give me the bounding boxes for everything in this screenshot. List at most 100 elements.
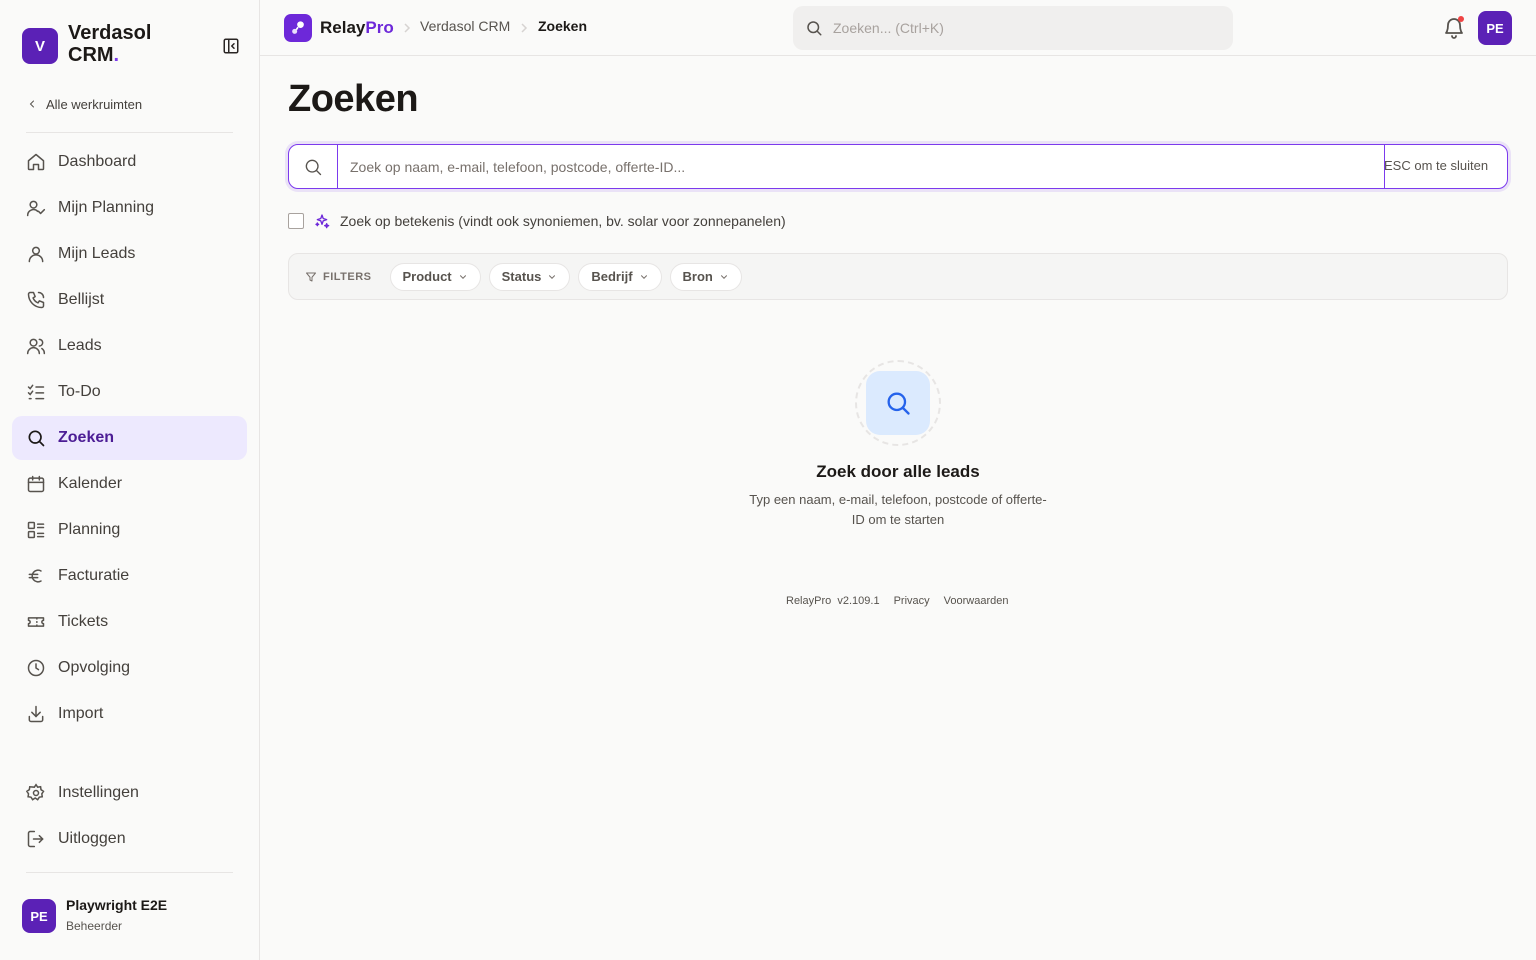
chevron-left-icon (29, 100, 34, 108)
workspace-logo: V (22, 28, 58, 64)
empty-state-title: Zoek door alle leads (816, 462, 980, 481)
sidebar-item-label: Dashboard (58, 153, 137, 170)
sidebar-item-label: Facturatie (58, 567, 130, 584)
avatar: PE (22, 899, 56, 933)
brand-name: RelayPro (320, 18, 394, 37)
download-icon (26, 704, 46, 724)
sidebar-item-label: Kalender (58, 475, 123, 492)
gear-icon (26, 783, 46, 803)
sidebar-item-zoeken[interactable]: Zoeken (12, 416, 247, 460)
sidebar-item-label: Instellingen (58, 784, 139, 801)
semantic-search-label: Zoek op betekenis (vindt ook synoniemen,… (340, 213, 786, 229)
sidebar: V Verdasol CRM. Alle werkruimten Dashboa… (0, 0, 260, 960)
footer: RelayPro v2.109.1 Privacy Voorwaarden (786, 595, 1008, 607)
users-icon (26, 336, 46, 356)
chevron-down-icon (640, 274, 647, 279)
sidebar-item-opvolging[interactable]: Opvolging (12, 646, 247, 690)
esc-hint[interactable]: ESC om te sluiten (1384, 158, 1488, 173)
semantic-search-option: Zoek op betekenis (vindt ook synoniemen,… (288, 212, 786, 230)
user-name: Playwright E2E (66, 897, 168, 913)
user-avatar-button[interactable]: PE (1478, 11, 1512, 45)
breadcrumb-current: Zoeken (538, 18, 588, 34)
page-title: Zoeken (288, 78, 419, 120)
search-box: ESC om te sluiten (288, 144, 1508, 189)
filter-bron[interactable]: Bron (669, 262, 742, 291)
filters-label: FILTERS (305, 271, 372, 283)
workspace-name: Verdasol CRM. (68, 22, 152, 66)
list-layout-icon (26, 520, 46, 540)
collapse-sidebar-button[interactable] (220, 36, 242, 56)
terms-link[interactable]: Voorwaarden (944, 595, 1009, 607)
ticket-icon (26, 612, 46, 632)
sidebar-item-label: Opvolging (58, 659, 131, 676)
search-icon (305, 159, 322, 176)
sidebar-divider (26, 132, 233, 133)
sidebar-item-mijn-leads[interactable]: Mijn Leads (12, 232, 247, 276)
filter-status[interactable]: Status (488, 262, 571, 291)
sidebar-item-to-do[interactable]: To-Do (12, 370, 247, 414)
breadcrumb-workspace[interactable]: Verdasol CRM (420, 18, 510, 34)
sidebar-item-facturatie[interactable]: Facturatie (12, 554, 247, 598)
secondary-nav: Instellingen Uitloggen (12, 771, 247, 863)
brand[interactable]: RelayPro (284, 14, 394, 42)
sidebar-item-dashboard[interactable]: Dashboard (12, 140, 247, 184)
notification-dot (1458, 16, 1464, 22)
sidebar-item-import[interactable]: Import (12, 692, 247, 736)
all-workspaces-link[interactable]: Alle werkruimten (26, 94, 142, 114)
sidebar-item-bellijst[interactable]: Bellijst (12, 278, 247, 322)
home-icon (26, 152, 46, 172)
filter-icon (306, 272, 316, 281)
sidebar-item-label: To-Do (58, 383, 101, 400)
filter-product[interactable]: Product (389, 262, 481, 291)
semantic-search-checkbox[interactable] (288, 213, 304, 229)
filter-label: Product (402, 269, 452, 284)
sidebar-item-tickets[interactable]: Tickets (12, 600, 247, 644)
sidebar-item-label: Bellijst (58, 291, 105, 308)
sidebar-item-mijn-planning[interactable]: Mijn Planning (12, 186, 247, 230)
sidebar-item-label: Import (58, 705, 104, 722)
sidebar-item-label: Tickets (58, 613, 109, 630)
sidebar-item-label: Zoeken (58, 429, 115, 446)
filter-bedrijf[interactable]: Bedrijf (578, 262, 662, 291)
sparkles-icon (315, 214, 330, 229)
empty-state: Zoek door alle leads Typ een naam, e-mai… (748, 360, 1048, 530)
logout-icon (26, 829, 46, 849)
privacy-link[interactable]: Privacy (894, 595, 930, 607)
workspace-header: V Verdasol CRM. (22, 22, 244, 70)
chevron-right-icon (521, 23, 528, 33)
global-search-input[interactable]: Zoeken... (Ctrl+K) (793, 6, 1233, 50)
empty-state-subtitle: Typ een naam, e-mail, telefoon, postcode… (749, 492, 1047, 527)
calendar-icon (26, 474, 46, 494)
footer-version: RelayPro v2.109.1 (786, 595, 880, 607)
chevron-down-icon (720, 274, 727, 279)
notifications-button[interactable] (1442, 16, 1466, 40)
sidebar-item-label: Planning (58, 521, 121, 538)
list-checks-icon (26, 382, 46, 402)
search-icon (26, 428, 46, 448)
topbar: RelayPro Verdasol CRM Zoeken Zoeken... (… (260, 0, 1536, 56)
filter-label: Bedrijf (591, 269, 633, 284)
search-input[interactable] (337, 145, 1385, 188)
sidebar-item-planning[interactable]: Planning (12, 508, 247, 552)
sidebar-item-uitloggen[interactable]: Uitloggen (12, 817, 247, 861)
sidebar-item-label: Uitloggen (58, 830, 126, 847)
search-icon (807, 21, 822, 36)
global-search-placeholder: Zoeken... (Ctrl+K) (833, 20, 944, 36)
chevron-right-icon (404, 23, 411, 33)
user-icon (26, 244, 46, 264)
main-nav: Dashboard Mijn Planning Mijn Leads Belli… (12, 140, 247, 738)
user-card[interactable]: PE Playwright E2E Beheerder (22, 896, 242, 936)
chevron-down-icon (459, 274, 466, 279)
euro-icon (26, 566, 46, 586)
clock-icon (26, 658, 46, 678)
sidebar-item-instellingen[interactable]: Instellingen (12, 771, 247, 815)
sidebar-item-kalender[interactable]: Kalender (12, 462, 247, 506)
filter-label: Bron (682, 269, 713, 284)
chevron-down-icon (549, 274, 556, 279)
all-workspaces-label: Alle werkruimten (46, 96, 143, 112)
sidebar-item-label: Leads (58, 337, 102, 354)
phone-icon (26, 290, 46, 310)
sidebar-item-leads[interactable]: Leads (12, 324, 247, 368)
sidebar-item-label: Mijn Planning (58, 199, 155, 216)
brand-logo-icon (284, 14, 312, 42)
